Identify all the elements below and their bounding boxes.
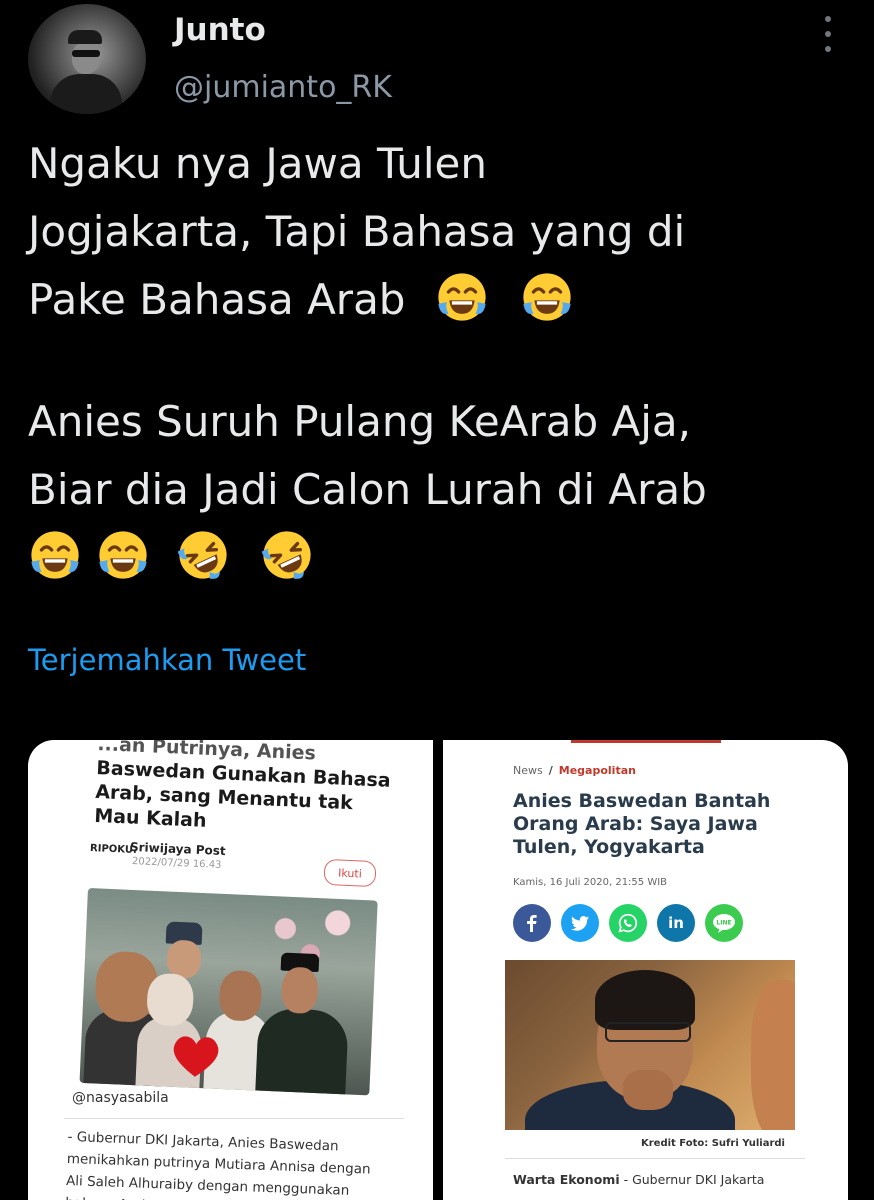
twitter-icon bbox=[561, 904, 599, 942]
display-name[interactable]: Junto bbox=[174, 12, 266, 48]
photo-credit: Kredit Foto: Sufri Yuliardi bbox=[640, 1138, 785, 1149]
divider bbox=[505, 1158, 805, 1159]
rolling-on-the-floor-laughing-emoji-icon bbox=[177, 531, 227, 579]
facebook-icon bbox=[513, 904, 551, 942]
tears-of-joy-emoji-icon bbox=[438, 273, 486, 321]
tweet-page: Junto @jumianto_RK Ngaku nya Jawa Tulen … bbox=[0, 0, 874, 1200]
tweet-text: Ngaku nya Jawa Tulen Jogjakarta, Tapi Ba… bbox=[28, 130, 858, 592]
tears-of-joy-emoji-icon bbox=[31, 531, 79, 579]
divider bbox=[64, 1118, 404, 1119]
anies-photo bbox=[505, 960, 795, 1130]
follow-button: Ikuti bbox=[323, 858, 377, 888]
tweet-emoji-line bbox=[28, 524, 858, 592]
tears-of-joy-emoji-icon bbox=[523, 273, 571, 321]
tears-of-joy-emoji-icon bbox=[99, 531, 147, 579]
user-handle[interactable]: @jumianto_RK bbox=[174, 70, 392, 105]
media-image-left[interactable]: ...an Putrinya, Anies Baswedan Gunakan B… bbox=[28, 740, 433, 1200]
tweet-line: Ngaku nya Jawa Tulen bbox=[28, 139, 487, 188]
accent-bar bbox=[571, 740, 721, 743]
article-body: - Gubernur DKI Jakarta, Anies Baswedan m… bbox=[65, 1128, 371, 1200]
tweet-line: Biar dia Jadi Calon Lurah di Arab bbox=[28, 465, 707, 514]
article-lead: Warta Ekonomi - Gubernur DKI Jakarta bbox=[513, 1172, 765, 1187]
wedding-photo bbox=[79, 888, 378, 1096]
article-headline: Anies Baswedan Bantah Orang Arab: Saya J… bbox=[513, 790, 771, 858]
media-image-right[interactable]: News / Megapolitan Anies Baswedan Bantah O… bbox=[443, 740, 848, 1200]
article-date: Kamis, 16 Juli 2020, 21:55 WIB bbox=[513, 877, 668, 888]
share-buttons: in LINE bbox=[513, 904, 743, 942]
tweet-line: Anies Suruh Pulang KeArab Aja, bbox=[28, 397, 691, 446]
rolling-on-the-floor-laughing-emoji-icon bbox=[261, 531, 311, 579]
user-avatar[interactable] bbox=[28, 4, 146, 114]
article-source: Sriwijaya Post bbox=[129, 839, 226, 859]
article-title: ...an Putrinya, Anies Baswedan Gunakan B… bbox=[93, 740, 392, 832]
tweet-line: Pake Bahasa Arab bbox=[28, 266, 858, 334]
breadcrumb: News / Megapolitan bbox=[513, 764, 636, 777]
heart-icon bbox=[173, 1036, 219, 1077]
tweet-line: Jogjakarta, Tapi Bahasa yang di bbox=[28, 207, 686, 256]
whatsapp-icon bbox=[609, 904, 647, 942]
linkedin-icon: in bbox=[657, 904, 695, 942]
post-username: @nasyasabila bbox=[72, 1090, 169, 1106]
svg-text:LINE: LINE bbox=[716, 920, 731, 927]
more-options-icon[interactable] bbox=[818, 16, 838, 52]
tweet-media: ...an Putrinya, Anies Baswedan Gunakan B… bbox=[28, 740, 848, 1200]
line-icon: LINE bbox=[705, 904, 743, 942]
article-date: 2022/07/29 16.43 bbox=[131, 856, 222, 871]
translate-tweet-link[interactable]: Terjemahkan Tweet bbox=[28, 643, 306, 677]
